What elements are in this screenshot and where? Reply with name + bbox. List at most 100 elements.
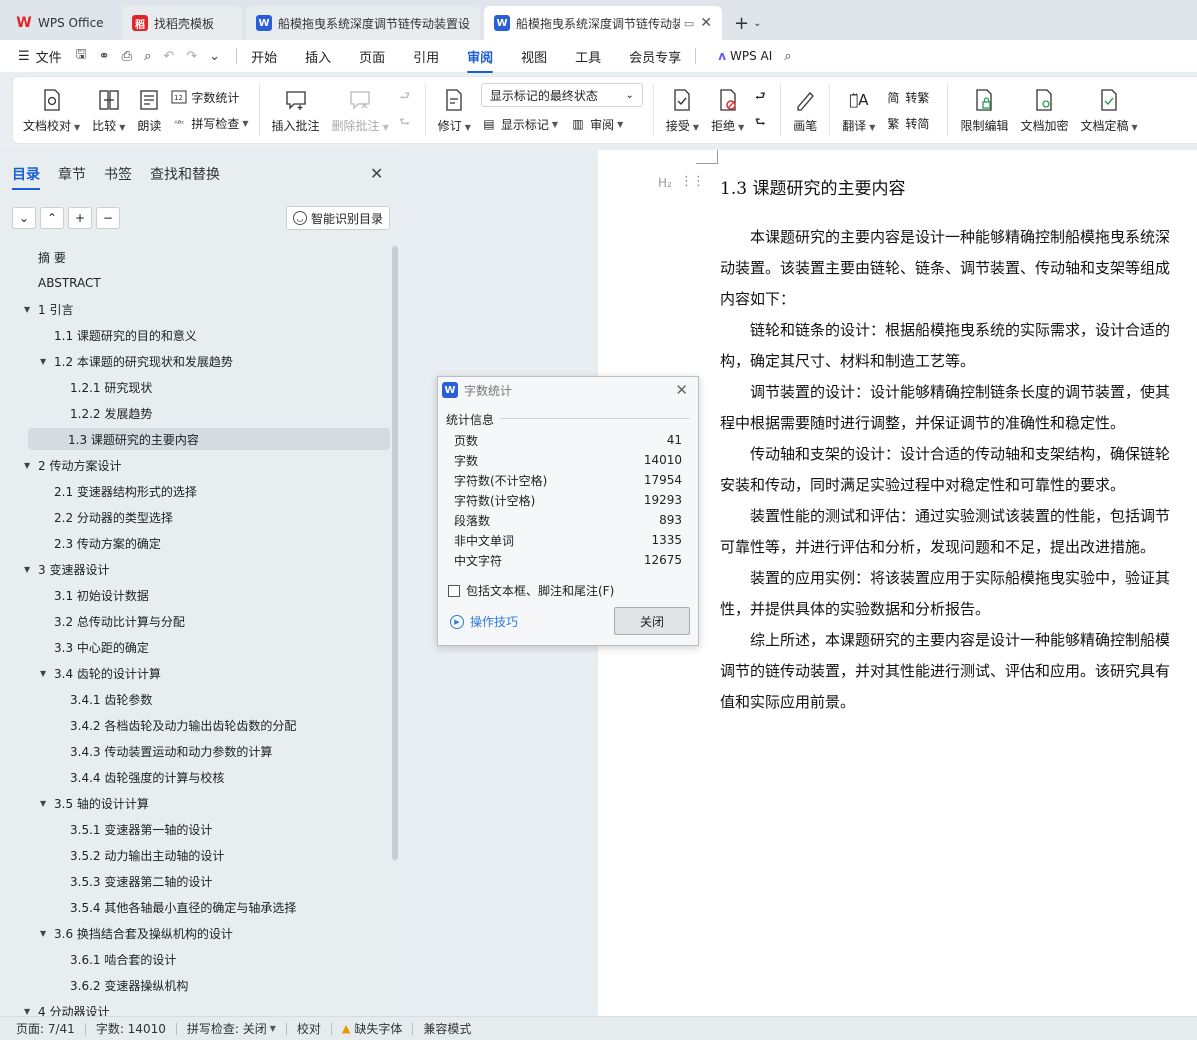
tab-page[interactable]: 页面 xyxy=(359,47,385,66)
expand-arrow-icon[interactable]: ▼ xyxy=(24,565,38,574)
new-tab-button[interactable]: + ⌄ xyxy=(726,6,769,40)
paragraph-line[interactable]: 内容如下： xyxy=(720,284,1197,315)
toc-item[interactable]: 3.2 总传动比计算与分配 xyxy=(40,610,185,632)
accept-button[interactable]: 接受 ▼ xyxy=(660,80,705,140)
paragraph-line[interactable]: 本课题研究的主要内容是设计一种能够精确控制船模拖曳系统深 xyxy=(720,222,1197,253)
tab-wps-office[interactable]: W WPS Office xyxy=(6,6,118,40)
chevron-down-icon[interactable]: ⌄ xyxy=(209,49,220,64)
close-icon[interactable]: ✕ xyxy=(675,381,688,399)
paragraph-line[interactable]: 安装和传动，同时满足实验过程中对稳定性和可靠性的要求。 xyxy=(720,470,1197,501)
paragraph-line[interactable]: 链轮和链条的设计：根据船模拖曳系统的实际需求，设计合适的 xyxy=(720,315,1197,346)
prev-change-button[interactable]: ⮐ xyxy=(752,84,772,110)
tab-tools[interactable]: 工具 xyxy=(575,47,601,66)
toc-item[interactable]: 1.1 课题研究的目的和意义 xyxy=(40,324,197,346)
tab-review[interactable]: 审阅 xyxy=(467,47,494,73)
nav-tab-chapters[interactable]: 章节 xyxy=(58,164,86,184)
wps-ai-button[interactable]: ᴧ WPS AI xyxy=(718,49,772,63)
expand-arrow-icon[interactable]: ▼ xyxy=(24,461,38,470)
toc-item[interactable]: 2.2 分动器的类型选择 xyxy=(40,506,173,528)
expand-arrow-icon[interactable]: ▼ xyxy=(40,357,54,366)
paragraph-line[interactable]: 构，确定其尺寸、材料和制造工艺等。 xyxy=(720,346,1197,377)
next-change-button[interactable]: ⮑ xyxy=(752,110,772,136)
nav-tab-find-replace[interactable]: 查找和替换 xyxy=(150,164,220,184)
spell-check-button[interactable]: ᴬᴮᶜ 拼写检查 ▼ xyxy=(171,110,248,136)
insert-comment-button[interactable]: 插入批注 xyxy=(266,80,326,140)
undo-icon[interactable]: ↶ xyxy=(163,49,174,64)
expand-arrow-icon[interactable]: ▼ xyxy=(24,305,38,314)
missing-font-indicator[interactable]: ▲ 缺失字体 xyxy=(342,1020,402,1037)
review-pane-button[interactable]: ▥ 审阅 ▼ xyxy=(570,116,623,133)
toc-item[interactable]: ▼ 3.6 换挡结合套及操纵机构的设计 xyxy=(40,922,233,944)
paragraph-line[interactable]: 装置的应用实例：将该装置应用于实际船模拖曳实验中，验证其 xyxy=(720,563,1197,594)
paragraph-line[interactable]: 装置性能的测试和评估：通过实验测试该装置的性能，包括调节 xyxy=(720,501,1197,532)
section-heading[interactable]: 1.3 课题研究的主要内容 xyxy=(720,174,905,199)
tab-home[interactable]: 开始 xyxy=(251,47,277,66)
toc-scrollbar[interactable] xyxy=(392,246,398,860)
print-icon[interactable]: ⎙ xyxy=(122,49,132,64)
proof-indicator[interactable]: 校对 xyxy=(297,1020,321,1037)
nav-tab-bookmarks[interactable]: 书签 xyxy=(104,164,132,184)
remove-heading-button[interactable]: − xyxy=(96,207,120,229)
prev-comment-button[interactable]: ⮐ xyxy=(397,84,417,110)
paragraph-line[interactable]: 传动轴和支架的设计：设计合适的传动轴和支架结构，确保链轮 xyxy=(720,439,1197,470)
toc-item[interactable]: 3.5.4 其他各轴最小直径的确定与轴承选择 xyxy=(56,896,296,918)
tips-link[interactable]: ▶ 操作技巧 xyxy=(450,613,518,630)
paragraph-line[interactable]: 调节的链传动装置，并对其性能进行测试、评估和应用。该研究具有 xyxy=(720,656,1197,687)
document-body[interactable]: 本课题研究的主要内容是设计一种能够精确控制船模拖曳系统深 动装置。该装置主要由链轮… xyxy=(720,222,1197,718)
search-icon[interactable]: ⌕ xyxy=(784,49,791,64)
paragraph-line[interactable]: 综上所述，本课题研究的主要内容是设计一种能够精确控制船模 xyxy=(720,625,1197,656)
read-aloud-button[interactable]: 朗读 xyxy=(131,80,167,140)
delete-comment-button[interactable]: 删除批注 ▼ xyxy=(326,80,395,140)
toc-item[interactable]: 1.3 课题研究的主要内容 xyxy=(28,428,390,450)
add-heading-button[interactable]: + xyxy=(68,207,92,229)
toc-item[interactable]: 3.1 初始设计数据 xyxy=(40,584,149,606)
restrict-edit-button[interactable]: 限制编辑 xyxy=(954,80,1014,140)
paragraph-line[interactable]: 调节装置的设计：设计能够精确控制链条长度的调节装置，使其 xyxy=(720,377,1197,408)
translate-button[interactable]: 文̃A 翻译 ▼ xyxy=(836,80,881,140)
tab-document-2-active[interactable]: W 船模拖曳系统深度调节链传动装 ▭ ✕ xyxy=(484,6,722,40)
toc-item[interactable]: 3.5.1 变速器第一轴的设计 xyxy=(56,818,212,840)
toc-item[interactable]: ▼ 1.2 本课题的研究现状和发展趋势 xyxy=(40,350,233,372)
include-textbox-checkbox[interactable]: 包括文本框、脚注和尾注(F) xyxy=(448,582,614,599)
paragraph-line[interactable]: 程中根据需要随时进行调整，并保证调节的准确性和稳定性。 xyxy=(720,408,1197,439)
toc-item[interactable]: ABSTRACT xyxy=(24,272,101,294)
page-indicator[interactable]: 页面: 7/41 xyxy=(16,1020,75,1037)
show-markup-button[interactable]: ▤ 显示标记 ▼ xyxy=(481,116,558,133)
tab-view[interactable]: 视图 xyxy=(521,47,547,66)
checkbox-box[interactable] xyxy=(448,584,460,597)
chevron-down-icon[interactable]: ⌄ xyxy=(753,18,761,29)
wordcount-button[interactable]: 12 字数统计 xyxy=(171,84,248,110)
monitor-icon[interactable]: ▭ xyxy=(684,17,694,30)
toc-item[interactable]: ▼ 3 变速器设计 xyxy=(24,558,109,580)
paragraph-line[interactable]: 性，并提供具体的实验数据和分析报告。 xyxy=(720,594,1197,625)
smart-toc-button[interactable]: ◡ 智能识别目录 xyxy=(286,206,390,230)
word-count-indicator[interactable]: 字数: 14010 xyxy=(96,1020,166,1037)
toc-item[interactable]: ▼ 4 分动器设计 xyxy=(24,1000,109,1017)
paragraph-line[interactable]: 可靠性等，并进行评估和分析，发现问题和不足，提出改进措施。 xyxy=(720,532,1197,563)
toc-item[interactable]: ▼ 2 传动方案设计 xyxy=(24,454,121,476)
collapse-up-button[interactable]: ⌃ xyxy=(40,207,64,229)
link-icon[interactable]: ⚭ xyxy=(99,49,110,64)
pen-button[interactable]: 画笔 xyxy=(787,80,823,140)
expand-arrow-icon[interactable]: ▼ xyxy=(40,799,54,808)
toc-item[interactable]: 1.2.1 研究现状 xyxy=(56,376,152,398)
paragraph-line[interactable]: 值和实际应用前景。 xyxy=(720,687,1197,718)
toc-item[interactable]: ▼ 1 引言 xyxy=(24,298,73,320)
expand-arrow-icon[interactable]: ▼ xyxy=(40,669,54,678)
to-simplified-button[interactable]: 繁 转简 xyxy=(885,110,929,136)
to-traditional-button[interactable]: 简 转繁 xyxy=(885,84,929,110)
toc-item[interactable]: ▼ 3.5 轴的设计计算 xyxy=(40,792,149,814)
collapse-down-button[interactable]: ⌄ xyxy=(12,207,36,229)
toc-item[interactable]: 3.4.3 传动装置运动和动力参数的计算 xyxy=(56,740,272,762)
toc-item[interactable]: 3.5.3 变速器第二轴的设计 xyxy=(56,870,212,892)
expand-arrow-icon[interactable]: ▼ xyxy=(24,1007,38,1016)
toc-item[interactable]: 3.4.1 齿轮参数 xyxy=(56,688,152,710)
tab-template[interactable]: 稻 找稻壳模板 xyxy=(122,6,242,40)
close-pane-icon[interactable]: ✕ xyxy=(370,164,383,183)
toc-item[interactable]: ▼ 3.4 齿轮的设计计算 xyxy=(40,662,161,684)
track-changes-button[interactable]: 修订 ▼ xyxy=(432,80,477,140)
markup-state-select[interactable]: 显示标记的最终状态 ⌄ xyxy=(480,83,643,107)
paragraph-line[interactable]: 动装置。该装置主要由链轮、链条、调节装置、传动轴和支架等组成 xyxy=(720,253,1197,284)
toc-item[interactable]: 2.1 变速器结构形式的选择 xyxy=(40,480,197,502)
toc-item[interactable]: 3.3 中心距的确定 xyxy=(40,636,149,658)
